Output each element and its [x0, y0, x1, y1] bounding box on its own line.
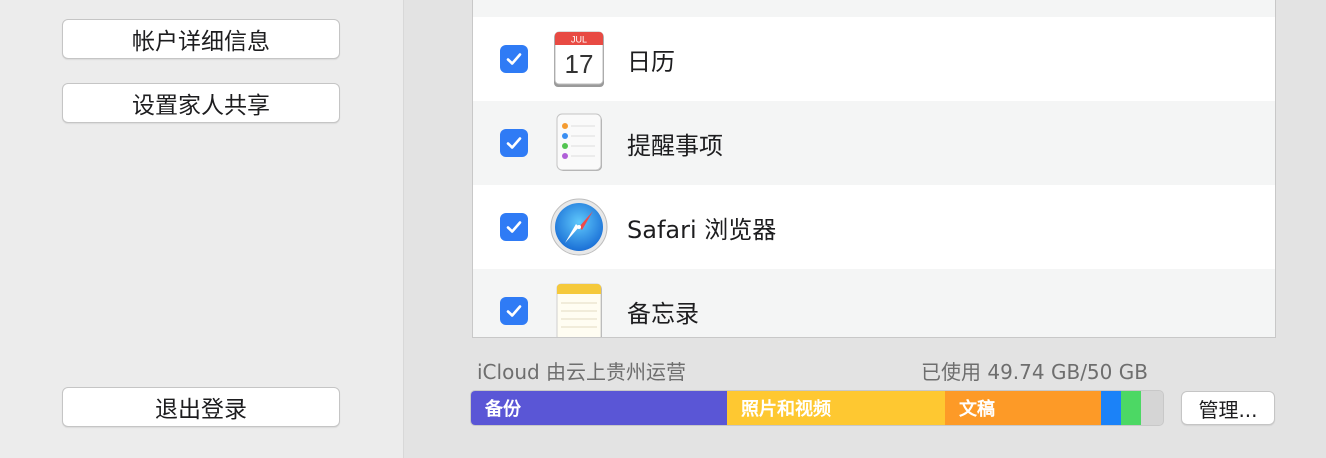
checkmark-icon [506, 221, 522, 233]
reminders-icon [549, 113, 609, 173]
list-item-notes: 备忘录 [473, 269, 1275, 337]
family-sharing-button[interactable]: 设置家人共享 [62, 83, 340, 123]
storage-segment-other-blue [1101, 391, 1121, 425]
storage-segment-photos: 照片和视频 [727, 391, 945, 425]
list-item-partial [473, 0, 1275, 17]
storage-segment-other-green [1121, 391, 1141, 425]
calendar-checkbox[interactable] [500, 45, 528, 73]
checkmark-icon [506, 305, 522, 317]
storage-segment-documents: 文稿 [945, 391, 1101, 425]
list-item-calendar: JUL 17 日历 [473, 17, 1275, 101]
storage-segment-free [1141, 391, 1163, 425]
svg-text:JUL: JUL [571, 35, 587, 45]
safari-label: Safari 浏览器 [627, 215, 777, 244]
safari-icon [549, 197, 609, 257]
storage-operator-text: iCloud 由云上贵州运营 [477, 360, 687, 384]
svg-text:17: 17 [565, 49, 594, 79]
icloud-app-list: JUL 17 日历 提醒事项 Safari 浏览器 备忘录 [472, 0, 1276, 338]
checkmark-icon [506, 53, 522, 65]
reminders-checkbox[interactable] [500, 129, 528, 157]
notes-label: 备忘录 [627, 299, 699, 328]
list-item-safari: Safari 浏览器 [473, 185, 1275, 269]
notes-checkbox[interactable] [500, 297, 528, 325]
calendar-label: 日历 [627, 47, 675, 76]
list-item-reminders: 提醒事项 [473, 101, 1275, 185]
sidebar: 帐户详细信息 设置家人共享 退出登录 [0, 0, 404, 458]
reminders-label: 提醒事项 [627, 131, 723, 160]
storage-usage-bar: 备份 照片和视频 文稿 [470, 390, 1164, 426]
calendar-icon: JUL 17 [549, 29, 609, 89]
safari-checkbox[interactable] [500, 213, 528, 241]
account-details-button[interactable]: 帐户详细信息 [62, 19, 340, 59]
notes-icon [549, 281, 609, 337]
storage-segment-backup: 备份 [471, 391, 727, 425]
manage-storage-button[interactable]: 管理... [1181, 391, 1275, 425]
storage-used-text: 已使用 49.74 GB/50 GB [921, 360, 1148, 384]
sign-out-button[interactable]: 退出登录 [62, 387, 340, 427]
checkmark-icon [506, 137, 522, 149]
